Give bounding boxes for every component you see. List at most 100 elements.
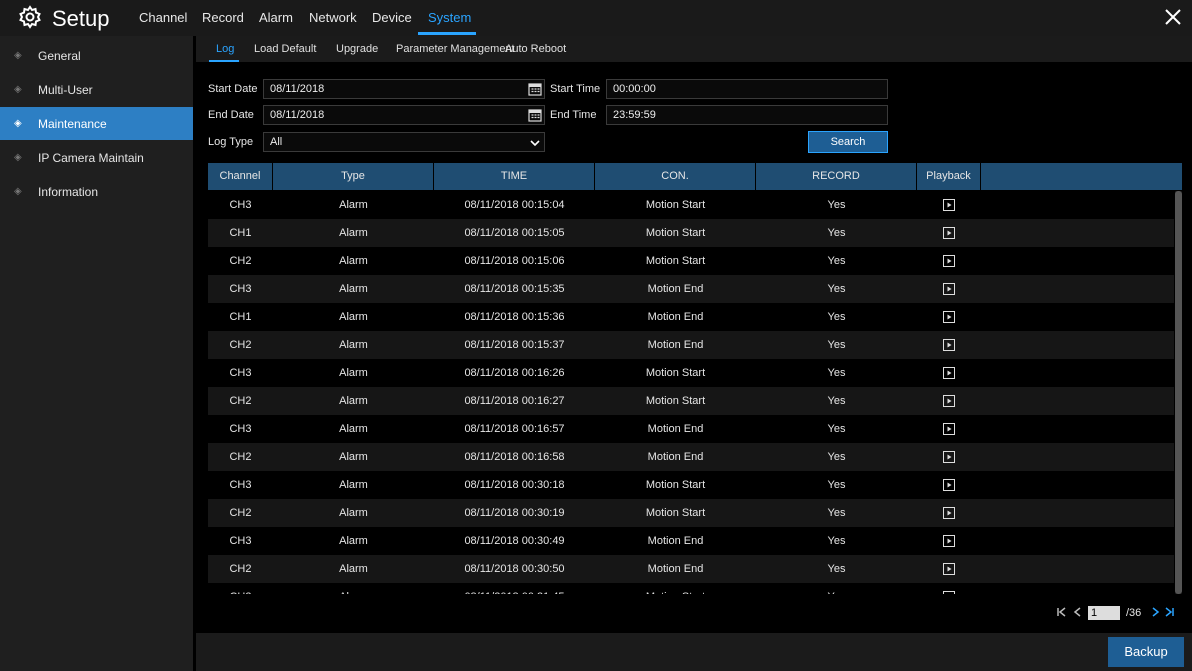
top-menu-item-network[interactable]: Network <box>309 10 357 25</box>
table-row[interactable]: CH3 Alarm 08/11/2018 00:30:18 Motion Start Y… <box>208 471 1174 499</box>
tab-load-default[interactable]: Load Default <box>254 43 316 55</box>
backup-button[interactable]: Backup <box>1108 637 1184 667</box>
cell-channel: CH2 <box>229 451 252 463</box>
table-row[interactable]: CH3 Alarm 08/11/2018 00:15:04 Motion Start Y… <box>208 191 1174 219</box>
playback-icon[interactable] <box>943 395 955 407</box>
start-time-field[interactable]: 00:00:00 <box>606 79 888 99</box>
table-row[interactable]: CH3Alarm08/11/2018 00:31:45Motion StartY… <box>208 583 1174 594</box>
sidebar-item-multi-user[interactable]: ◈ Multi-User <box>0 73 193 106</box>
playback-icon[interactable] <box>943 367 955 379</box>
playback-icon[interactable] <box>943 563 955 575</box>
sidebar-item-label: Maintenance <box>38 116 107 131</box>
cell-type: Alarm <box>339 367 368 379</box>
top-menu-item-system[interactable]: System <box>428 10 471 25</box>
top-menu-item-channel[interactable]: Channel <box>139 10 187 25</box>
search-button[interactable]: Search <box>808 131 888 153</box>
playback-icon[interactable] <box>943 479 955 491</box>
column-header-type: Type <box>273 163 434 190</box>
cell-time: 08/11/2018 00:16:27 <box>464 395 565 407</box>
table-row[interactable]: CH2 Alarm 08/11/2018 00:30:19 Motion Start Y… <box>208 499 1174 527</box>
cell-con: Motion End <box>647 311 704 323</box>
playback-icon[interactable] <box>943 507 955 519</box>
top-menu-item-device[interactable]: Device <box>372 10 412 25</box>
cell-type: Alarm <box>339 395 368 407</box>
end-time-field[interactable]: 23:59:59 <box>606 105 888 125</box>
cell-time: 08/11/2018 00:15:37 <box>464 339 565 351</box>
cell-time: 08/11/2018 00:16:26 <box>464 367 565 379</box>
cell-type: Alarm <box>339 311 368 323</box>
cell-con: Motion Start <box>645 227 706 239</box>
table-row[interactable]: CH1 Alarm 08/11/2018 00:15:05 Motion Start Y… <box>208 219 1174 247</box>
cell-channel: CH3 <box>229 535 252 547</box>
cell-time: 08/11/2018 00:30:50 <box>464 563 565 575</box>
scrollbar-thumb[interactable] <box>1175 191 1182 594</box>
cell-channel: CH3 <box>208 583 273 594</box>
playback-icon[interactable] <box>943 255 955 267</box>
playback-icon[interactable] <box>943 339 955 351</box>
cell-record: Yes <box>827 367 846 379</box>
cell-record: Yes <box>827 255 846 267</box>
playback-icon[interactable] <box>943 591 955 594</box>
cell-channel: CH2 <box>229 255 252 267</box>
table-scrollbar[interactable] <box>1175 191 1182 594</box>
table-row[interactable]: CH2 Alarm 08/11/2018 00:15:06 Motion Start Y… <box>208 247 1174 275</box>
playback-icon[interactable] <box>943 283 955 295</box>
calendar-icon[interactable] <box>528 82 542 96</box>
end-date-field[interactable]: 08/11/2018 <box>263 105 545 125</box>
tab-auto-reboot[interactable]: Auto Reboot <box>505 43 566 55</box>
cell-record: Yes <box>827 227 846 239</box>
cell-type: Alarm <box>339 423 368 435</box>
table-row[interactable]: CH2 Alarm 08/11/2018 00:16:27 Motion Start Y… <box>208 387 1174 415</box>
table-row[interactable]: CH2 Alarm 08/11/2018 00:15:37 Motion End Yes <box>208 331 1174 359</box>
table-row[interactable]: CH1 Alarm 08/11/2018 00:15:36 Motion End Yes <box>208 303 1174 331</box>
table-row[interactable]: CH2 Alarm 08/11/2018 00:30:50 Motion End Yes <box>208 555 1174 583</box>
first-page-icon[interactable] <box>1055 605 1069 622</box>
table-row[interactable]: CH3 Alarm 08/11/2018 00:16:26 Motion Start Y… <box>208 359 1174 387</box>
tab-upgrade[interactable]: Upgrade <box>336 43 378 55</box>
sidebar-item-information[interactable]: ◈ Information <box>0 175 193 208</box>
cell-record: Yes <box>827 311 846 323</box>
cell-time: 08/11/2018 00:31:45 <box>434 583 595 594</box>
playback-icon[interactable] <box>943 227 955 239</box>
page-number-input[interactable]: 1 <box>1088 606 1120 620</box>
sidebar-item-general[interactable]: ◈ General <box>0 39 193 72</box>
cell-channel: CH3 <box>229 479 252 491</box>
tab-parameter-management[interactable]: Parameter Management <box>396 43 515 55</box>
playback-icon[interactable] <box>943 423 955 435</box>
sidebar: ◈ General ◈ Multi-User ◈ Maintenance ◈ IP Camer… <box>0 36 193 671</box>
sidebar-item-maintenance[interactable]: ◈ Maintenance <box>0 107 193 140</box>
close-icon[interactable] <box>1160 4 1186 30</box>
cell-record: Yes <box>827 199 846 211</box>
playback-icon[interactable] <box>943 311 955 323</box>
app-title: Setup <box>52 5 110 31</box>
cell-con: Motion End <box>647 451 704 463</box>
cell-time: 08/11/2018 00:15:04 <box>464 199 565 211</box>
table-row[interactable]: CH3 Alarm 08/11/2018 00:16:57 Motion End Yes <box>208 415 1174 443</box>
cell-con: Motion End <box>647 283 704 295</box>
table-row[interactable]: CH3 Alarm 08/11/2018 00:30:49 Motion End Yes <box>208 527 1174 555</box>
footer-bar <box>196 633 1192 671</box>
table-row[interactable]: CH3 Alarm 08/11/2018 00:15:35 Motion End Yes <box>208 275 1174 303</box>
tab-log[interactable]: Log <box>216 43 234 55</box>
sidebar-item-ip-camera-maintain[interactable]: ◈ IP Camera Maintain <box>0 141 193 174</box>
cell-time: 08/11/2018 00:16:58 <box>464 451 565 463</box>
column-header-record: RECORD <box>756 163 917 190</box>
top-menu-item-record[interactable]: Record <box>202 10 244 25</box>
cell-con: Motion Start <box>645 395 706 407</box>
log-type-select[interactable]: All <box>263 132 545 152</box>
next-page-icon[interactable] <box>1148 605 1162 622</box>
playback-icon[interactable] <box>943 451 955 463</box>
log-type-label: Log Type <box>208 136 254 148</box>
diamond-icon: ◈ <box>14 118 22 129</box>
chevron-down-icon[interactable] <box>529 137 541 149</box>
start-date-field[interactable]: 08/11/2018 <box>263 79 545 99</box>
playback-icon[interactable] <box>943 199 955 211</box>
table-row[interactable]: CH2 Alarm 08/11/2018 00:16:58 Motion End Yes <box>208 443 1174 471</box>
prev-page-icon[interactable] <box>1071 605 1085 622</box>
top-menu-item-alarm[interactable]: Alarm <box>259 10 293 25</box>
cell-con: Motion End <box>647 563 704 575</box>
calendar-icon[interactable] <box>528 108 542 122</box>
last-page-icon[interactable] <box>1162 605 1176 622</box>
column-header-con: CON. <box>595 163 756 190</box>
playback-icon[interactable] <box>943 535 955 547</box>
